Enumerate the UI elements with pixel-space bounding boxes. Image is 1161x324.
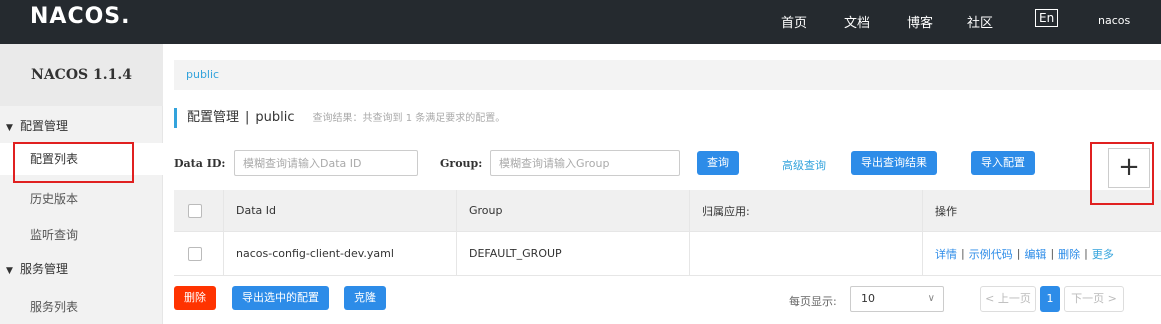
ops-separator: | xyxy=(1016,247,1021,260)
page-title-text: 配置管理 xyxy=(187,110,240,125)
row-checkbox-cell xyxy=(174,232,224,275)
table-header: Data Id Group 归属应用: 操作 xyxy=(174,190,1161,232)
import-config-button[interactable]: 导入配置 xyxy=(971,151,1035,175)
cell-ops: 详情 | 示例代码 | 编辑 | 删除 | 更多 xyxy=(923,232,1161,275)
caret-down-icon: ▼ xyxy=(6,266,13,276)
export-results-button[interactable]: 导出查询结果 xyxy=(851,151,937,175)
nav-blog[interactable]: 博客 xyxy=(907,12,933,31)
page-size-select[interactable]: 10 ∨ xyxy=(850,286,944,312)
header-ops: 操作 xyxy=(935,204,957,218)
export-selected-button[interactable]: 导出选中的配置 xyxy=(232,286,329,310)
language-switch[interactable]: En xyxy=(1035,9,1059,27)
main-content: public 配置管理 | public 查询结果：共查询到 1 条满足要求的配置。 … xyxy=(164,44,1161,324)
next-page-button[interactable]: 下一页 > xyxy=(1064,286,1124,312)
header-app: 归属应用: xyxy=(690,190,923,231)
sidebar-group-label: 配置管理 xyxy=(20,119,69,133)
nav-docs[interactable]: 文档 xyxy=(844,12,870,31)
nacos-logo[interactable]: NACOS. xyxy=(30,4,131,29)
sidebar: NACOS 1.1.4 ▼ 配置管理 配置列表 历史版本 监听查询 ▼ 服务管理 服… xyxy=(0,44,163,324)
cell-group: DEFAULT_GROUP xyxy=(457,232,690,275)
ops-separator: | xyxy=(961,247,965,260)
sidebar-group-service[interactable]: ▼ 服务管理 xyxy=(0,254,163,284)
cell-app xyxy=(690,232,923,275)
data-id-label: Data ID: xyxy=(174,157,226,170)
row-checkbox[interactable] xyxy=(188,246,202,261)
add-config-button[interactable]: + xyxy=(1108,148,1150,188)
prev-page-button[interactable]: < 上一页 xyxy=(980,286,1036,312)
nav-home[interactable]: 首页 xyxy=(781,12,807,31)
query-button[interactable]: 查询 xyxy=(697,151,739,175)
delete-link[interactable]: 删除 xyxy=(1058,246,1080,262)
data-id-input[interactable] xyxy=(234,150,418,176)
ops-separator: | xyxy=(1050,247,1055,260)
advanced-query-link[interactable]: 高级查询 xyxy=(782,157,826,173)
sidebar-group-label: 服务管理 xyxy=(20,262,69,276)
chevron-down-icon: ∨ xyxy=(927,293,935,304)
cell-data-id: nacos-config-client-dev.yaml xyxy=(224,232,457,275)
header-checkbox-cell xyxy=(174,190,224,231)
table-row: nacos-config-client-dev.yaml DEFAULT_GRO… xyxy=(174,232,1161,276)
sidebar-item-config-list[interactable]: 配置列表 xyxy=(0,143,163,175)
plus-icon: + xyxy=(1118,152,1140,182)
header-group: Group xyxy=(457,190,690,231)
sidebar-item-service-list[interactable]: 服务列表 xyxy=(0,291,163,323)
select-all-checkbox[interactable] xyxy=(188,203,202,218)
details-link[interactable]: 详情 xyxy=(935,246,957,262)
group-label: Group: xyxy=(440,157,483,170)
group-input[interactable] xyxy=(490,150,680,176)
current-page-button[interactable]: 1 xyxy=(1040,286,1060,312)
page-size-label: 每页显示: xyxy=(789,295,837,308)
page-title: 配置管理 | public 查询结果：共查询到 1 条满足要求的配置。 xyxy=(174,108,505,128)
user-menu[interactable]: nacos xyxy=(1098,14,1130,27)
title-separator: | xyxy=(245,110,250,125)
ops-separator: | xyxy=(1084,247,1088,260)
sample-code-link[interactable]: 示例代码 xyxy=(969,246,1013,262)
sidebar-item-listener-query[interactable]: 监听查询 xyxy=(0,219,163,251)
delete-button[interactable]: 删除 xyxy=(174,286,216,310)
breadcrumb[interactable]: public xyxy=(174,60,1161,90)
namespace-name: public xyxy=(255,110,295,125)
query-summary: 查询结果：共查询到 1 条满足要求的配置。 xyxy=(312,113,506,124)
header-data-id: Data Id xyxy=(224,190,457,231)
page-size-value: 10 xyxy=(861,292,875,305)
edit-link[interactable]: 编辑 xyxy=(1024,246,1046,262)
caret-down-icon: ▼ xyxy=(6,123,13,133)
clone-button[interactable]: 克隆 xyxy=(344,286,386,310)
nav-community[interactable]: 社区 xyxy=(967,12,993,31)
sidebar-group-config[interactable]: ▼ 配置管理 xyxy=(0,111,163,141)
top-navbar: NACOS. 首页 文档 博客 社区 En nacos xyxy=(0,0,1161,44)
version-label: NACOS 1.1.4 xyxy=(0,44,163,106)
sidebar-item-history[interactable]: 历史版本 xyxy=(0,183,163,215)
more-link[interactable]: 更多 xyxy=(1092,246,1114,262)
